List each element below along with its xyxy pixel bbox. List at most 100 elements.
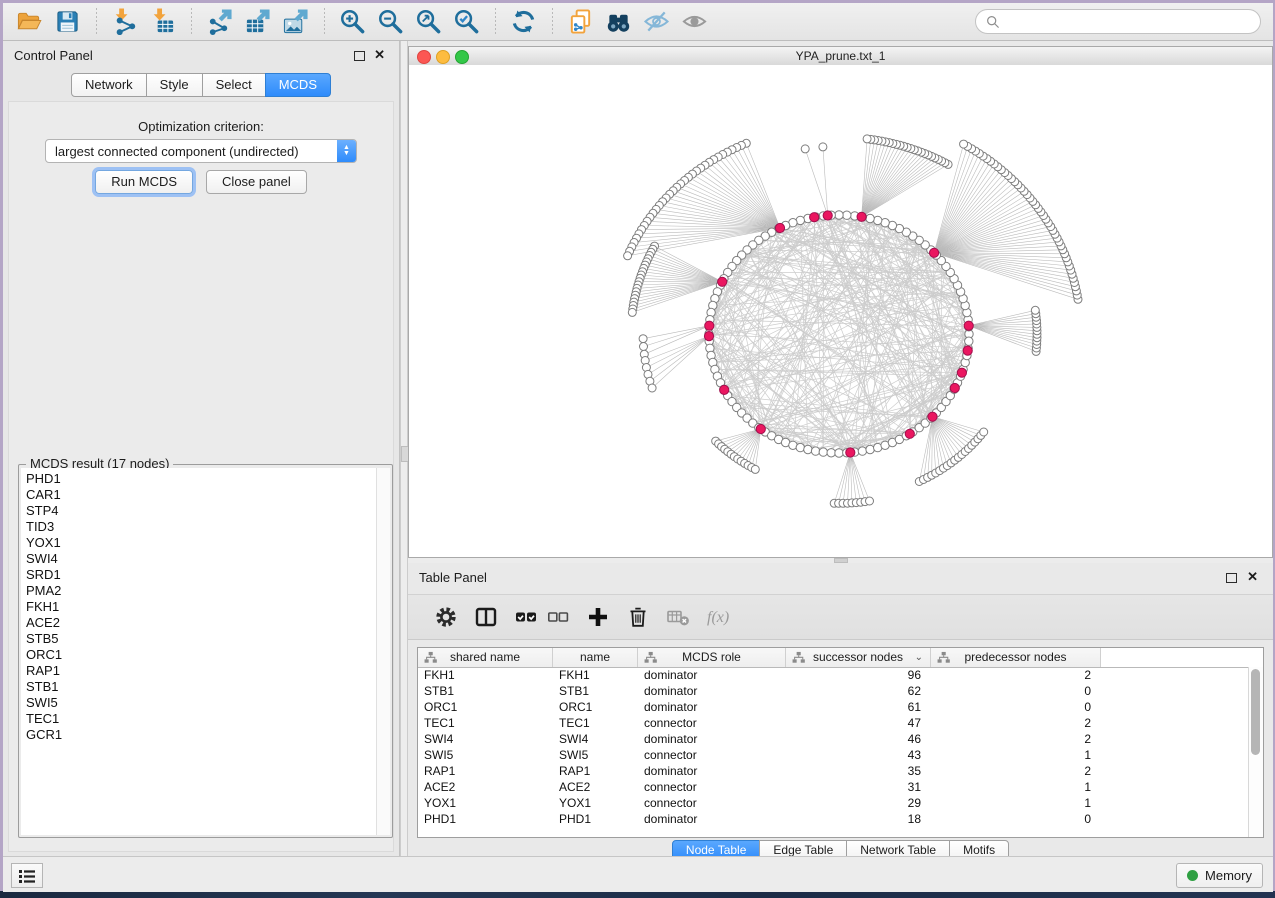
table-row[interactable]: ACE2ACE2connector311 bbox=[418, 779, 1249, 795]
network-canvas[interactable] bbox=[409, 65, 1272, 557]
mcds-result-item[interactable]: STP4 bbox=[21, 503, 377, 519]
mcds-result-list[interactable]: PHD1CAR1STP4TID3YOX1SWI4SRD1PMA2FKH1ACE2… bbox=[21, 468, 377, 835]
cell-successor-nodes: 47 bbox=[786, 715, 931, 731]
zoom-fit-icon bbox=[415, 8, 442, 35]
optimization-criterion-label: Optimization criterion: bbox=[9, 119, 393, 134]
mcds-result-item[interactable]: PMA2 bbox=[21, 583, 377, 599]
table-row[interactable]: STB1STB1dominator620 bbox=[418, 683, 1249, 699]
mcds-result-item[interactable]: STB1 bbox=[21, 679, 377, 695]
mcds-result-item[interactable]: FKH1 bbox=[21, 599, 377, 615]
tab-network[interactable]: Network bbox=[71, 73, 147, 97]
create-column-button[interactable] bbox=[583, 602, 613, 632]
columns-icon bbox=[474, 605, 498, 629]
toolbar-separator bbox=[552, 8, 553, 36]
hide-selected-button[interactable] bbox=[641, 6, 673, 38]
cell-shared-name: RAP1 bbox=[418, 763, 553, 779]
vertical-splitter[interactable] bbox=[400, 41, 408, 857]
mcds-result-item[interactable]: CAR1 bbox=[21, 487, 377, 503]
show-columns-button[interactable] bbox=[471, 602, 501, 632]
table-scrollbar[interactable] bbox=[1248, 667, 1263, 837]
network-window-titlebar[interactable]: YPA_prune.txt_1 bbox=[409, 47, 1272, 66]
table-row[interactable]: PHD1PHD1dominator180 bbox=[418, 811, 1249, 827]
open-file-button[interactable] bbox=[14, 6, 46, 38]
tab-select[interactable]: Select bbox=[202, 73, 266, 97]
table-row[interactable]: RAP1RAP1dominator352 bbox=[418, 763, 1249, 779]
zoom-out-button[interactable] bbox=[375, 6, 407, 38]
import-table-button[interactable] bbox=[147, 6, 179, 38]
export-network-button[interactable] bbox=[204, 6, 236, 38]
cell-shared-name: FKH1 bbox=[418, 667, 553, 683]
mcds-result-item[interactable]: TID3 bbox=[21, 519, 377, 535]
zoom-selected-button[interactable] bbox=[451, 6, 483, 38]
mcds-result-item[interactable]: ACE2 bbox=[21, 615, 377, 631]
mcds-result-item[interactable]: ORC1 bbox=[21, 647, 377, 663]
first-neighbors-button[interactable] bbox=[603, 6, 635, 38]
column-header-MCDS-role[interactable]: MCDS role bbox=[638, 648, 786, 667]
float-panel-icon[interactable] bbox=[1226, 573, 1237, 583]
network-from-selection-button[interactable] bbox=[565, 6, 597, 38]
cell-successor-nodes: 29 bbox=[786, 795, 931, 811]
cell-MCDS-role: connector bbox=[638, 747, 786, 763]
table-row[interactable]: TEC1TEC1connector472 bbox=[418, 715, 1249, 731]
table-row[interactable]: ORC1ORC1dominator610 bbox=[418, 699, 1249, 715]
show-all-button[interactable] bbox=[679, 6, 711, 38]
search-box[interactable] bbox=[975, 9, 1261, 34]
memory-button[interactable]: Memory bbox=[1176, 863, 1263, 888]
close-panel-icon[interactable]: ✕ bbox=[1247, 569, 1258, 585]
cell-name: TEC1 bbox=[553, 715, 638, 731]
mcds-result-item[interactable]: STB5 bbox=[21, 631, 377, 647]
mcds-panel: Optimization criterion: largest connecte… bbox=[8, 101, 394, 852]
search-input[interactable] bbox=[1006, 13, 1250, 30]
select-all-columns-button[interactable] bbox=[511, 602, 541, 632]
save-session-button[interactable] bbox=[52, 6, 84, 38]
mcds-result-item[interactable]: SRD1 bbox=[21, 567, 377, 583]
task-history-button[interactable] bbox=[11, 863, 43, 888]
export-table-button[interactable] bbox=[242, 6, 274, 38]
table-scrollbar-thumb[interactable] bbox=[1251, 669, 1260, 755]
column-header-shared-name[interactable]: shared name bbox=[418, 648, 553, 667]
cell-MCDS-role: dominator bbox=[638, 667, 786, 683]
column-header-successor-nodes[interactable]: successor nodes⌄ bbox=[786, 648, 931, 667]
close-window-button[interactable] bbox=[417, 50, 431, 64]
mcds-result-item[interactable]: GCR1 bbox=[21, 727, 377, 743]
mcds-result-item[interactable]: TEC1 bbox=[21, 711, 377, 727]
mcds-result-item[interactable]: RAP1 bbox=[21, 663, 377, 679]
cell-name: RAP1 bbox=[553, 763, 638, 779]
column-header-name[interactable]: name bbox=[553, 648, 638, 667]
export-image-button[interactable] bbox=[280, 6, 312, 38]
table-row[interactable]: SWI4SWI4dominator462 bbox=[418, 731, 1249, 747]
mcds-result-item[interactable]: PHD1 bbox=[21, 471, 377, 487]
zoom-in-button[interactable] bbox=[337, 6, 369, 38]
criterion-dropdown[interactable]: largest connected component (undirected)… bbox=[45, 139, 357, 163]
tab-style[interactable]: Style bbox=[146, 73, 203, 97]
unselect-all-columns-button[interactable] bbox=[543, 602, 573, 632]
network-window-title: YPA_prune.txt_1 bbox=[409, 47, 1272, 65]
toolbar-separator bbox=[191, 8, 192, 36]
table-options-button[interactable] bbox=[431, 602, 461, 632]
delete-columns-button[interactable] bbox=[623, 602, 653, 632]
close-panel-icon[interactable]: ✕ bbox=[374, 47, 385, 63]
zoom-fit-button[interactable] bbox=[413, 6, 445, 38]
maximize-window-button[interactable] bbox=[455, 50, 469, 64]
tab-mcds[interactable]: MCDS bbox=[265, 73, 331, 97]
cell-predecessor-nodes: 1 bbox=[931, 779, 1101, 795]
mcds-result-scrollbar[interactable] bbox=[376, 468, 390, 835]
close-panel-button[interactable]: Close panel bbox=[206, 170, 307, 194]
table-row[interactable]: SWI5SWI5connector431 bbox=[418, 747, 1249, 763]
column-label: name bbox=[580, 650, 610, 664]
minimize-window-button[interactable] bbox=[436, 50, 450, 64]
mcds-result-item[interactable]: SWI5 bbox=[21, 695, 377, 711]
table-row[interactable]: YOX1YOX1connector291 bbox=[418, 795, 1249, 811]
mcds-result-item[interactable]: SWI4 bbox=[21, 551, 377, 567]
cell-shared-name: TEC1 bbox=[418, 715, 553, 731]
export-network-icon bbox=[206, 8, 233, 35]
mcds-result-item[interactable]: YOX1 bbox=[21, 535, 377, 551]
float-panel-icon[interactable] bbox=[354, 51, 365, 61]
import-network-button[interactable] bbox=[109, 6, 141, 38]
cell-MCDS-role: dominator bbox=[638, 731, 786, 747]
table-row[interactable]: FKH1FKH1dominator962 bbox=[418, 667, 1249, 683]
column-header-predecessor-nodes[interactable]: predecessor nodes bbox=[931, 648, 1101, 667]
apply-layout-button[interactable] bbox=[508, 6, 540, 38]
run-mcds-button[interactable]: Run MCDS bbox=[95, 170, 193, 194]
open-icon bbox=[16, 8, 43, 35]
